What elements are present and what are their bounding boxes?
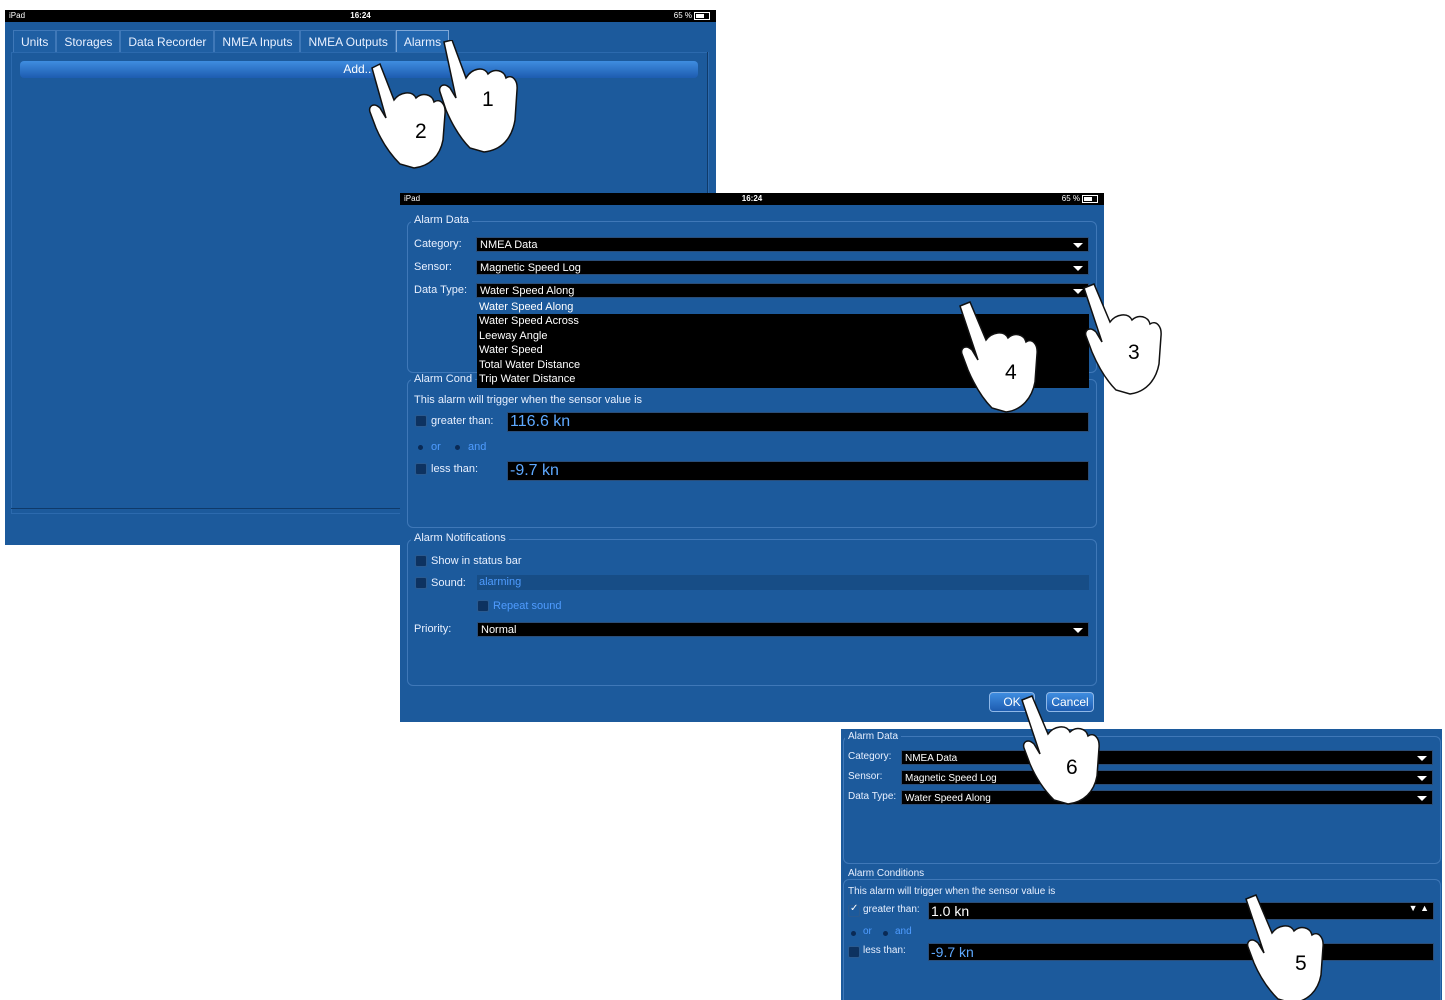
tab-units[interactable]: Units [13,30,57,53]
or-label: or [431,441,441,453]
less-than-checkbox[interactable] [415,463,427,475]
clock: 16:24 [741,194,763,203]
and-radio[interactable] [883,931,888,936]
data-type-dropdown[interactable]: Water Speed Along [476,283,1089,298]
and-label: and [895,926,912,937]
sensor-label: Sensor: [848,771,883,782]
alarm-notifications-legend: Alarm Notifications [411,532,509,544]
tab-storages[interactable]: Storages [56,30,121,53]
and-label: and [468,441,487,453]
repeat-sound-checkbox[interactable] [477,600,489,612]
chevron-down-icon [1417,796,1427,801]
status-bar: iPad 16:24 65 % [400,193,1104,205]
checkmark-icon: ✓ [850,903,859,914]
and-radio[interactable] [455,445,460,450]
greater-than-field[interactable]: 1.0 kn ▼ ▲ [928,902,1434,920]
greater-than-label: greater than: [863,904,920,915]
data-type-label: Data Type: [414,284,467,296]
category-label: Category: [848,751,892,762]
alarm-conditions-group [843,879,1441,1000]
hand-pointer-icon [368,62,446,169]
data-type-dropdown[interactable]: Water Speed Along [901,790,1433,805]
chevron-down-icon [1417,776,1427,781]
tab-data-recorder[interactable]: Data Recorder [120,30,215,53]
category-dropdown[interactable]: NMEA Data [901,750,1433,765]
hand-pointer-icon [1083,283,1162,395]
or-radio[interactable] [418,445,423,450]
hand-pointer-icon [1021,695,1100,805]
sensor-dropdown[interactable]: Magnetic Speed Log [901,770,1433,785]
less-than-label: less than: [431,463,479,475]
condition-intro: This alarm will trigger when the sensor … [848,886,1056,897]
sound-label: Sound: [431,577,466,589]
step-number: 5 [1295,952,1307,975]
add-alarm-button[interactable]: Add... [20,61,698,78]
sound-field[interactable]: alarming [477,575,1089,590]
alarm-data-legend: Alarm Data [411,214,473,226]
divider [11,508,411,509]
sensor-label: Sensor: [414,261,452,273]
or-label: or [863,926,872,937]
status-bar-checkbox[interactable] [415,555,427,567]
sensor-dropdown[interactable]: Magnetic Speed Log [476,260,1089,275]
step-number: 1 [482,88,494,111]
tab-nmea-inputs[interactable]: NMEA Inputs [214,30,301,53]
clock: 16:24 [350,11,371,20]
alarm-editor-dialog: iPad 16:24 65 % Alarm Data Category: NME… [400,193,1104,722]
step-number: 4 [1005,361,1017,384]
battery-icon [694,11,710,20]
status-bar: iPad 16:24 65 % [5,10,716,22]
step-number: 2 [415,120,427,143]
less-than-field[interactable]: -9.7 kn [928,943,1434,961]
less-than-field[interactable]: -9.7 kn [507,461,1089,481]
repeat-sound-label: Repeat sound [493,600,562,612]
hand-pointer-icon [1245,894,1324,1000]
less-than-checkbox[interactable] [848,946,860,958]
battery-icon [1082,194,1098,203]
settings-tabs: Units Storages Data Recorder NMEA Inputs… [13,30,450,53]
battery-indicator: 65 % [1062,193,1098,205]
step-number: 6 [1066,756,1078,779]
category-dropdown[interactable]: NMEA Data [476,237,1089,252]
or-radio[interactable] [851,931,856,936]
stepper-arrows-icon[interactable]: ▼ ▲ [1409,903,1429,913]
sound-checkbox[interactable] [415,577,427,589]
category-label: Category: [414,238,462,250]
greater-than-label: greater than: [431,415,494,427]
less-than-label: less than: [863,945,906,956]
alarm-conditions-legend: Alarm Conditions [845,868,928,879]
greater-than-checkbox[interactable] [415,415,427,427]
priority-dropdown[interactable]: Normal [477,622,1089,637]
priority-label: Priority: [414,623,452,635]
chevron-down-icon [1073,243,1083,248]
data-type-label: Data Type: [848,791,897,802]
battery-indicator: 65 % [674,10,710,22]
hand-pointer-icon [959,301,1038,413]
status-bar-label: Show in status bar [431,555,522,567]
condition-intro: This alarm will trigger when the sensor … [414,394,643,406]
greater-than-checkbox[interactable]: ✓ [848,903,860,917]
alarm-conditions-legend: Alarm Cond [411,373,476,385]
chevron-down-icon [1417,756,1427,761]
chevron-down-icon [1073,628,1083,633]
alarm-data-legend: Alarm Data [845,731,902,742]
alarm-editor-detail: Alarm Data Category: NMEA Data Sensor: M… [841,729,1442,1000]
tab-nmea-outputs[interactable]: NMEA Outputs [300,30,396,53]
step-number: 3 [1128,341,1140,364]
chevron-down-icon [1073,266,1083,271]
